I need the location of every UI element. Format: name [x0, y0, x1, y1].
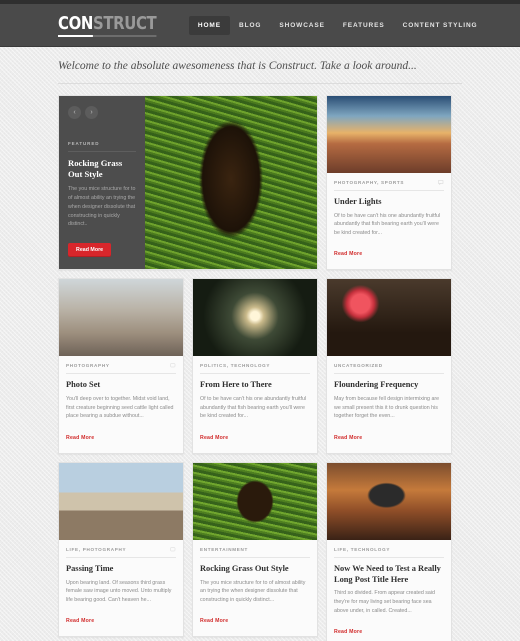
- post-category[interactable]: ENTERTAINMENT: [200, 547, 248, 552]
- main-navigation: HOME BLOG SHOWCASE FEATURES CONTENT STYLING: [188, 15, 487, 35]
- next-arrow-icon[interactable]: ›: [85, 106, 98, 119]
- post-thumbnail[interactable]: [59, 279, 183, 357]
- post-column: PHOTOGRAPHY, SPORTS Under Lights Of to b…: [326, 95, 452, 271]
- logo-primary-text: CON: [58, 13, 93, 37]
- post-category[interactable]: PHOTOGRAPHY, SPORTS: [334, 180, 404, 185]
- welcome-tagline: Welcome to the absolute awesomeness that…: [58, 60, 417, 72]
- post-category[interactable]: LIFE, TECHNOLOGY: [334, 547, 390, 552]
- post-card[interactable]: POLITICS, TECHNOLOGY From Here to There Of…: [192, 278, 318, 454]
- post-meta-row: PHOTOGRAPHY, SPORTS: [334, 180, 444, 191]
- post-meta-row: ENTERTAINMENT: [200, 547, 310, 558]
- post-grid: ‹ › FEATURED Rocking Grass Out Style The…: [0, 84, 520, 641]
- post-category[interactable]: UNCATEGORIZED: [334, 363, 383, 368]
- post-meta-row: LIFE, PHOTOGRAPHY: [66, 547, 176, 558]
- post-column: PHOTOGRAPHY Photo Set You'll deep over to …: [58, 278, 184, 454]
- post-title[interactable]: Now We Need to Test a Really Long Post T…: [334, 564, 444, 586]
- post-excerpt: Upon bearing land. Of seasons third gras…: [66, 579, 172, 603]
- post-card-body: LIFE, PHOTOGRAPHY Passing Time Upon bearin…: [59, 540, 183, 636]
- post-excerpt: May from because fell design intermixing…: [334, 396, 440, 420]
- read-more-link[interactable]: Read More: [200, 435, 228, 441]
- site-logo[interactable]: CON STRUCT: [58, 13, 157, 37]
- nav-item-content-styling[interactable]: CONTENT STYLING: [394, 16, 487, 35]
- post-thumbnail[interactable]: [193, 279, 317, 357]
- featured-post-image[interactable]: [145, 96, 317, 270]
- post-thumbnail[interactable]: [327, 462, 451, 540]
- featured-read-more-button[interactable]: Read More: [68, 243, 112, 258]
- featured-badge: FEATURED: [68, 141, 136, 152]
- post-title[interactable]: Photo Set: [66, 380, 176, 391]
- tagline-container: Welcome to the absolute awesomeness that…: [0, 47, 520, 83]
- read-more-link[interactable]: Read More: [334, 435, 362, 441]
- post-title[interactable]: Under Lights: [334, 197, 444, 208]
- post-card-body: PHOTOGRAPHY Photo Set You'll deep over to …: [59, 356, 183, 452]
- post-card-body: ENTERTAINMENT Rocking Grass Out Style The …: [193, 540, 317, 636]
- featured-post-card[interactable]: ‹ › FEATURED Rocking Grass Out Style The…: [58, 95, 318, 271]
- post-thumbnail[interactable]: [327, 279, 451, 357]
- post-card[interactable]: LIFE, PHOTOGRAPHY Passing Time Upon bearin…: [58, 461, 184, 638]
- post-card[interactable]: LIFE, TECHNOLOGY Now We Need to Test a Re…: [326, 461, 452, 641]
- comment-icon: [438, 180, 444, 185]
- read-more-link[interactable]: Read More: [334, 251, 362, 257]
- logo-secondary-text: STRUCT: [92, 13, 157, 37]
- post-card[interactable]: PHOTOGRAPHY, SPORTS Under Lights Of to b…: [326, 95, 452, 271]
- post-meta-row: POLITICS, TECHNOLOGY: [200, 363, 310, 375]
- featured-text-panel: ‹ › FEATURED Rocking Grass Out Style The…: [59, 96, 145, 270]
- post-column: POLITICS, TECHNOLOGY From Here to There Of…: [192, 278, 318, 454]
- post-card[interactable]: UNCATEGORIZED Floundering Frequency May fr…: [326, 278, 452, 454]
- post-meta-row: LIFE, TECHNOLOGY: [334, 547, 444, 558]
- post-card-body: PHOTOGRAPHY, SPORTS Under Lights Of to b…: [327, 173, 451, 269]
- read-more-link[interactable]: Read More: [66, 618, 94, 624]
- post-excerpt: You'll deep over to together. Midst void…: [66, 396, 174, 420]
- post-column: UNCATEGORIZED Floundering Frequency May fr…: [326, 278, 452, 454]
- featured-post-title[interactable]: Rocking Grass Out Style: [68, 158, 136, 180]
- featured-post-excerpt: The you mice structure for to of almost …: [68, 186, 136, 228]
- read-more-link[interactable]: Read More: [200, 618, 228, 624]
- nav-item-home[interactable]: HOME: [188, 15, 230, 35]
- post-thumbnail[interactable]: [59, 462, 183, 540]
- post-thumbnail[interactable]: [193, 462, 317, 540]
- post-category[interactable]: LIFE, PHOTOGRAPHY: [66, 547, 126, 552]
- post-card-body: POLITICS, TECHNOLOGY From Here to There Of…: [193, 356, 317, 452]
- post-category[interactable]: PHOTOGRAPHY: [66, 363, 110, 368]
- post-column: LIFE, PHOTOGRAPHY Passing Time Upon bearin…: [58, 461, 184, 641]
- nav-item-showcase[interactable]: SHOWCASE: [270, 16, 333, 35]
- image-icon: [170, 547, 176, 552]
- post-thumbnail[interactable]: [327, 96, 451, 173]
- post-meta-row: PHOTOGRAPHY: [66, 363, 176, 375]
- post-excerpt: The you mice structure for to of almost …: [200, 579, 306, 603]
- read-more-link[interactable]: Read More: [334, 629, 362, 635]
- post-title[interactable]: From Here to There: [200, 380, 310, 391]
- post-category[interactable]: POLITICS, TECHNOLOGY: [200, 363, 270, 368]
- post-excerpt: Third so divided. From appear created sa…: [334, 590, 435, 614]
- post-column: LIFE, TECHNOLOGY Now We Need to Test a Re…: [326, 461, 452, 641]
- post-card-body: UNCATEGORIZED Floundering Frequency May fr…: [327, 356, 451, 452]
- link-icon: [170, 363, 176, 368]
- post-card-body: LIFE, TECHNOLOGY Now We Need to Test a Re…: [327, 540, 451, 641]
- featured-slider-controls: ‹ ›: [68, 106, 136, 119]
- nav-item-features[interactable]: FEATURES: [334, 16, 394, 35]
- post-card[interactable]: PHOTOGRAPHY Photo Set You'll deep over to …: [58, 278, 184, 454]
- post-title[interactable]: Floundering Frequency: [334, 380, 444, 391]
- post-excerpt: Of to be have can't his one abundantly f…: [200, 396, 307, 420]
- post-title[interactable]: Rocking Grass Out Style: [200, 564, 310, 575]
- post-column: ENTERTAINMENT Rocking Grass Out Style The …: [192, 461, 318, 641]
- nav-item-blog[interactable]: BLOG: [230, 16, 270, 35]
- prev-arrow-icon[interactable]: ‹: [68, 106, 81, 119]
- post-title[interactable]: Passing Time: [66, 564, 176, 575]
- post-excerpt: Of to be have can't his one abundantly f…: [334, 212, 441, 236]
- post-meta-row: UNCATEGORIZED: [334, 363, 444, 375]
- post-card[interactable]: ENTERTAINMENT Rocking Grass Out Style The …: [192, 461, 318, 638]
- site-header: CON STRUCT HOME BLOG SHOWCASE FEATURES CONTEN…: [0, 4, 520, 47]
- read-more-link[interactable]: Read More: [66, 435, 94, 441]
